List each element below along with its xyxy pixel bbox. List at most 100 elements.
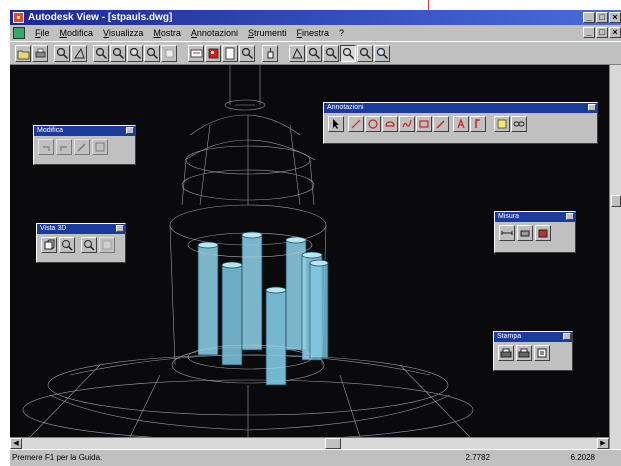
walk-button[interactable] — [99, 237, 115, 253]
text-icon — [457, 118, 465, 129]
zoom-all-icon — [146, 47, 159, 60]
magnify-button[interactable] — [81, 237, 97, 253]
rectangle-button[interactable] — [416, 116, 432, 132]
palette-vista-3d-close-button[interactable] — [116, 225, 124, 232]
view-side-button[interactable] — [323, 45, 339, 62]
vertical-scroll-thumb[interactable] — [611, 195, 621, 207]
select-arrow-button[interactable] — [328, 116, 344, 132]
print-palette-button[interactable] — [516, 345, 532, 361]
palette-annotazioni-close-button[interactable] — [588, 104, 596, 111]
open-icon — [17, 50, 30, 60]
vertical-scrollbar[interactable] — [609, 65, 621, 449]
measure-area-button[interactable] — [517, 225, 533, 241]
zoom-realtime-button[interactable] — [374, 45, 390, 62]
zoom-window-button[interactable] — [54, 45, 70, 62]
named-views-button[interactable] — [205, 45, 221, 62]
zoom-fit-button[interactable] — [357, 45, 373, 62]
menu-file[interactable]: File — [30, 28, 55, 38]
doc-close-button[interactable]: × — [609, 27, 621, 38]
palette-modifica[interactable]: Modifica — [33, 125, 136, 165]
palette-vista-3d[interactable]: Vista 3D — [36, 223, 126, 263]
text-button[interactable] — [453, 116, 469, 132]
measure-scale-icon — [538, 229, 548, 238]
info-button[interactable] — [262, 45, 278, 62]
zoom-extents-button[interactable] — [127, 45, 143, 62]
palette-stampa[interactable]: Stampa — [493, 331, 573, 371]
pencil-button[interactable] — [433, 116, 449, 132]
zoom-3d-button[interactable] — [59, 237, 75, 253]
note-button[interactable] — [494, 116, 510, 132]
markup-button[interactable] — [92, 139, 108, 155]
circle-button[interactable] — [365, 116, 381, 132]
print-preview-button[interactable] — [534, 345, 550, 361]
zoom-previous-button[interactable] — [71, 45, 87, 62]
pan-button[interactable] — [161, 45, 177, 62]
title-bar[interactable]: Autodesk View - [stpauls.dwg] _ □ × — [10, 10, 621, 25]
scroll-right-arrow-icon[interactable]: ▶ — [597, 438, 609, 449]
print-setup-button[interactable] — [498, 345, 514, 361]
menu-help[interactable]: ? — [334, 28, 349, 38]
doc-restore-button[interactable]: □ — [596, 27, 608, 38]
link-button[interactable] — [511, 116, 527, 132]
cloud-button[interactable] — [382, 116, 398, 132]
undo-button[interactable] — [38, 139, 54, 155]
freehand-button[interactable] — [399, 116, 415, 132]
menu-mostra[interactable]: Mostra — [148, 28, 186, 38]
note-icon — [497, 119, 507, 129]
minimize-button[interactable]: _ — [583, 12, 595, 23]
doc-minimize-button[interactable]: _ — [583, 27, 595, 38]
document-icon[interactable] — [13, 27, 25, 39]
menu-visualizza[interactable]: Visualizza — [98, 28, 148, 38]
layers-button[interactable] — [222, 45, 238, 62]
close-button[interactable]: × — [609, 12, 621, 23]
zoom-out-button[interactable] — [110, 45, 126, 62]
status-y-coordinate: 6.2028 — [570, 453, 595, 462]
palette-misura-close-button[interactable] — [566, 213, 574, 220]
find-button[interactable] — [239, 45, 255, 62]
zoom-in-icon — [95, 47, 108, 60]
menu-modifica[interactable]: Modifica — [55, 28, 99, 38]
palette-misura[interactable]: Misura — [494, 211, 576, 253]
info-icon — [267, 48, 274, 59]
palette-annotazioni[interactable]: Annotazioni — [323, 102, 598, 144]
redo-icon — [60, 146, 67, 151]
palette-modifica-close-button[interactable] — [126, 127, 134, 134]
palette-stampa-close-button[interactable] — [563, 333, 571, 340]
walk-icon — [102, 240, 112, 250]
redo-button[interactable] — [56, 139, 72, 155]
print-button[interactable] — [32, 45, 48, 62]
select-arrow-icon — [333, 119, 339, 129]
app-icon[interactable] — [13, 12, 24, 23]
drawing-canvas[interactable]: Modifica Vista 3D Annotazioni Misura Sta… — [10, 65, 609, 437]
maximize-button[interactable]: □ — [596, 12, 608, 23]
edit-button[interactable] — [74, 139, 90, 155]
menu-annotazioni[interactable]: Annotazioni — [186, 28, 243, 38]
menu-finestra[interactable]: Finestra — [292, 28, 335, 38]
magnify-icon — [84, 240, 95, 251]
measure-distance-button[interactable] — [499, 225, 515, 241]
horizontal-scrollbar[interactable]: ◀ ▶ — [10, 437, 609, 449]
menu-strumenti[interactable]: Strumenti — [243, 28, 292, 38]
view-side-icon — [325, 47, 338, 60]
zoom-in-button[interactable] — [93, 45, 109, 62]
freehand-icon — [402, 119, 412, 128]
palette-vista-3d-title: Vista 3D — [40, 225, 67, 232]
highlight-button[interactable] — [470, 116, 486, 132]
view-top-button[interactable] — [289, 45, 305, 62]
redraw-button[interactable] — [188, 45, 204, 62]
zoom-out-icon — [112, 47, 125, 60]
scroll-left-arrow-icon[interactable]: ◀ — [10, 438, 22, 449]
main-toolbar — [10, 41, 621, 65]
line-button[interactable] — [348, 116, 364, 132]
status-help-text: Premere F1 per la Guida. — [12, 453, 103, 462]
zoom-all-button[interactable] — [144, 45, 160, 62]
orbit-button[interactable] — [41, 237, 57, 253]
measure-scale-button[interactable] — [535, 225, 551, 241]
view-iso-button[interactable] — [340, 45, 356, 62]
redraw-icon — [190, 49, 203, 58]
open-button[interactable] — [15, 45, 31, 62]
view-iso-icon — [342, 47, 355, 60]
view-front-button[interactable] — [306, 45, 322, 62]
menu-bar: File Modifica Visualizza Mostra Annotazi… — [10, 25, 621, 41]
horizontal-scroll-thumb[interactable] — [325, 438, 341, 449]
